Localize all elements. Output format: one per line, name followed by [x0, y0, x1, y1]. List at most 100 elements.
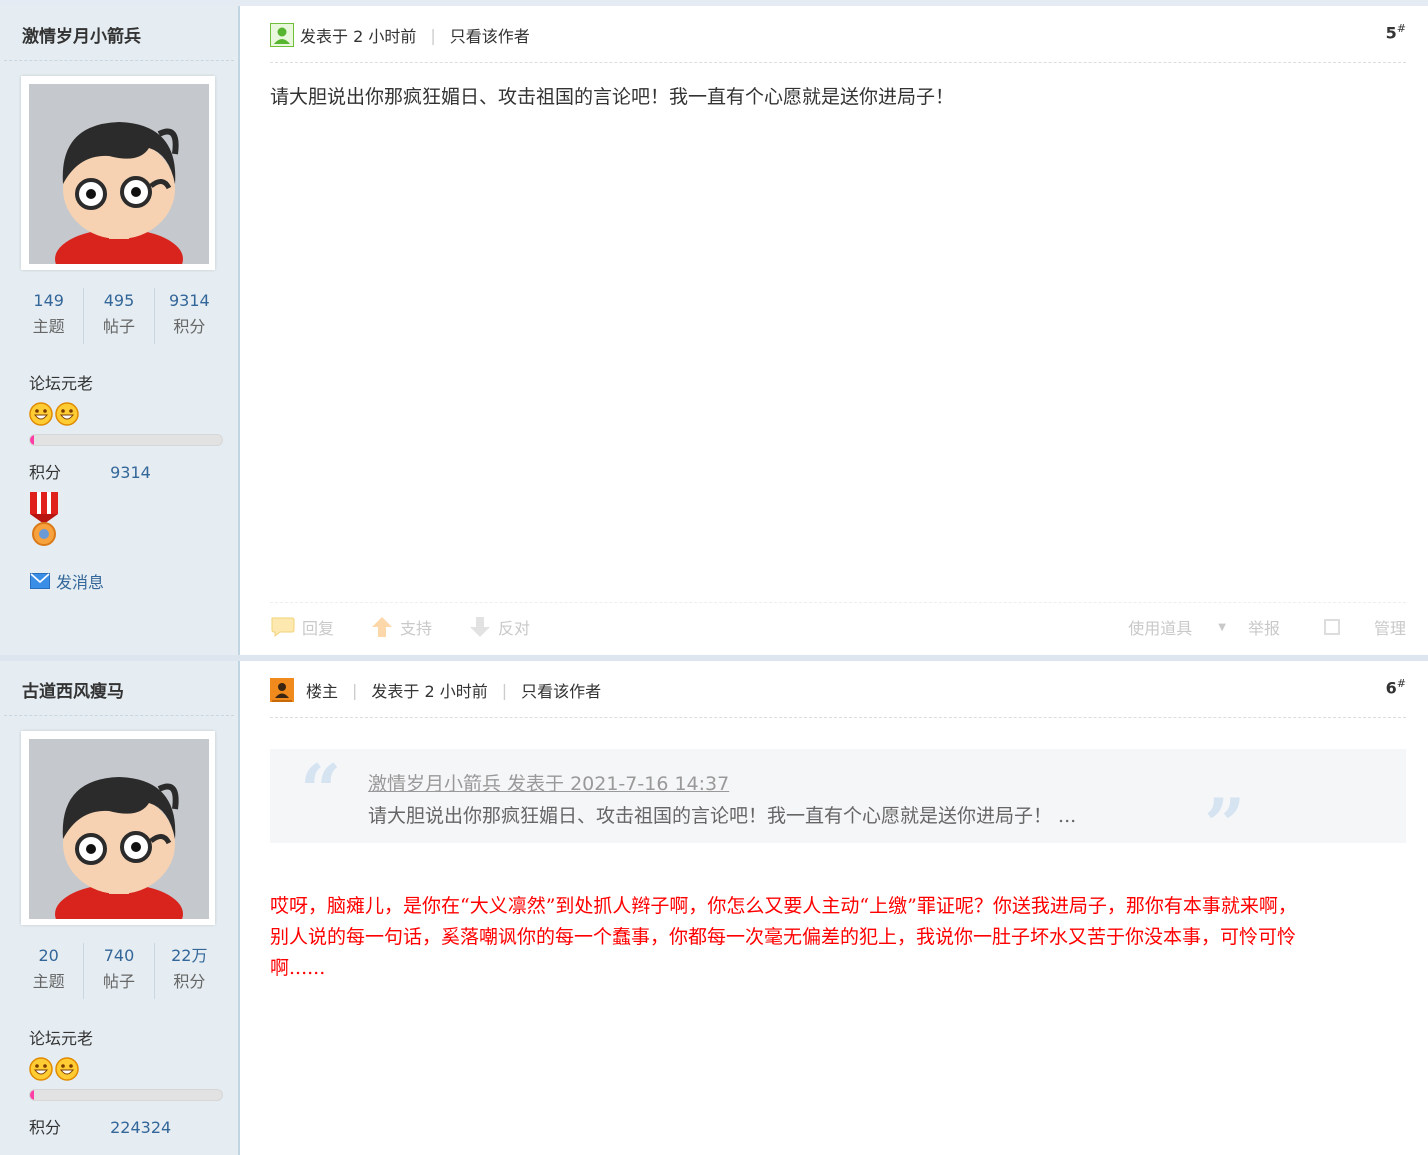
support-button[interactable]: 支持 — [370, 615, 450, 639]
stat-label: 积分 — [173, 317, 206, 336]
smiley-icon — [29, 402, 53, 426]
user-score: 积分 9314 — [29, 459, 151, 483]
post-6: 古道西风瘦马 20 主题 740 帖子 22万 积分 论坛元老 积分 22432… — [0, 655, 1428, 1155]
level-progress-bar — [29, 1089, 223, 1101]
reply-line: 哎呀，脑瘫儿，是你在“大义凛然”到处抓人辫子啊，你怎么又要人主动“上缴”罪证呢？… — [270, 895, 1297, 917]
floor-mark: # — [1396, 22, 1406, 35]
floor-number[interactable]: 5# — [1386, 22, 1406, 42]
smiley-icon — [55, 1057, 79, 1081]
post-time: 发表于 2 小时前 — [300, 27, 417, 46]
reply-content: 哎呀，脑瘫儿，是你在“大义凛然”到处抓人辫子啊，你怎么又要人主动“上缴”罪证呢？… — [270, 891, 1406, 984]
stat-value: 20 — [38, 946, 59, 965]
user-online-icon — [270, 23, 294, 47]
user-stats: 149 主题 495 帖子 9314 积分 — [14, 288, 224, 344]
reply-line: 啊...... — [270, 957, 326, 979]
manage-control[interactable]: 管理 — [1302, 615, 1406, 639]
stat-value: 149 — [33, 291, 64, 310]
floor-value: 5 — [1385, 23, 1397, 43]
author-name[interactable]: 激情岁月小箭兵 — [22, 22, 141, 47]
thumb-up-arrow-icon — [372, 617, 393, 637]
report-link[interactable]: 举报 — [1248, 615, 1280, 639]
send-message-link[interactable]: 发消息 — [30, 569, 104, 593]
quote-text: 请大胆说出你那疯狂媚日、攻击祖国的言论吧！我一直有个心愿就是送你进局子！ ... — [368, 805, 1077, 827]
stat-label: 主题 — [32, 317, 65, 336]
avatar-image — [29, 84, 209, 264]
floor-value: 6 — [1385, 678, 1397, 698]
post-header: 发表于 2 小时前 | 只看该作者 5# — [270, 22, 1406, 63]
score-label: 积分 — [29, 463, 62, 482]
use-tool-label: 使用道具 — [1128, 619, 1193, 638]
stat-label: 帖子 — [102, 317, 135, 336]
close-quote-icon: ” — [1204, 782, 1246, 867]
speech-bubble-icon — [271, 617, 295, 638]
author-sidebar: 古道西风瘦马 20 主题 740 帖子 22万 积分 论坛元老 积分 22432… — [0, 661, 240, 1155]
caret-down-icon: ▼ — [1218, 621, 1226, 633]
avatar-image — [29, 739, 209, 919]
post-main: 楼主 | 发表于 2 小时前 | 只看该作者 6# “ 激情岁月小箭兵 发表于 … — [240, 661, 1428, 1155]
level-progress-fill — [30, 435, 34, 445]
user-stats: 20 主题 740 帖子 22万 积分 — [14, 943, 224, 999]
divider — [4, 60, 234, 61]
avatar[interactable] — [21, 731, 215, 925]
stat-label: 积分 — [173, 972, 206, 991]
post-header: 楼主 | 发表于 2 小时前 | 只看该作者 6# — [270, 677, 1406, 718]
score-value: 9314 — [110, 463, 151, 482]
op-label: 楼主 — [306, 682, 339, 701]
smiley-icon — [55, 402, 79, 426]
post-time: 发表于 2 小时前 — [371, 682, 488, 701]
oppose-button[interactable]: 反对 — [468, 615, 548, 639]
stat-threads[interactable]: 20 主题 — [14, 943, 85, 999]
stat-value: 22万 — [171, 946, 208, 965]
floor-mark: # — [1396, 677, 1406, 690]
stat-points[interactable]: 22万 积分 — [155, 943, 224, 999]
send-message-label: 发消息 — [56, 573, 105, 592]
only-author-link[interactable]: 只看该作者 — [450, 23, 530, 47]
only-author-link[interactable]: 只看该作者 — [521, 678, 601, 702]
stat-value: 740 — [103, 946, 135, 965]
user-rank[interactable]: 论坛元老 — [29, 370, 93, 394]
open-quote-icon: “ — [300, 748, 342, 833]
divider — [4, 715, 234, 716]
stat-threads[interactable]: 149 主题 — [14, 288, 85, 344]
author-sidebar: 激情岁月小箭兵 149 主题 495 帖子 9314 积分 论坛元老 积分 93… — [0, 6, 240, 655]
thread-starter-icon — [270, 678, 294, 702]
stat-value: 9314 — [168, 291, 210, 310]
user-rank[interactable]: 论坛元老 — [29, 1025, 93, 1049]
quote-block: “ 激情岁月小箭兵 发表于 2021-7-16 14:37 请大胆说出你那疯狂媚… — [270, 748, 1406, 861]
rank-stars — [29, 402, 79, 426]
divider: | — [430, 25, 436, 45]
smiley-icon — [29, 1057, 53, 1081]
medal-icon — [30, 492, 58, 546]
stat-label: 主题 — [32, 972, 65, 991]
stat-posts[interactable]: 495 帖子 — [84, 288, 155, 344]
avatar[interactable] — [21, 76, 215, 270]
level-progress-bar — [29, 434, 223, 446]
support-label: 支持 — [400, 619, 433, 638]
thumb-down-arrow-icon — [470, 617, 491, 637]
medal-icon[interactable] — [28, 492, 60, 554]
post-content: 请大胆说出你那疯狂媚日、攻击祖国的言论吧！我一直有个心愿就是送你进局子！ — [270, 86, 955, 108]
user-score: 积分 224324 — [29, 1114, 171, 1138]
author-name[interactable]: 古道西风瘦马 — [22, 677, 124, 702]
stat-label: 帖子 — [102, 972, 135, 991]
manage-label: 管理 — [1373, 619, 1406, 638]
manage-checkbox[interactable] — [1323, 619, 1340, 635]
divider: | — [352, 680, 358, 700]
use-tool-menu[interactable]: 使用道具 ▼ — [1106, 615, 1226, 639]
post-main: 发表于 2 小时前 | 只看该作者 5# 请大胆说出你那疯狂媚日、攻击祖国的言论… — [240, 6, 1428, 655]
divider: | — [501, 680, 508, 700]
reply-line: 别人说的每一句话，奚落嘲讽你的每一个蠢事，你都每一次毫无偏差的犯上，我说你一肚子… — [270, 926, 1297, 948]
level-progress-fill — [30, 1090, 34, 1100]
post-footer: 回复 支持 反对 使用道具 ▼ 举报 管理 — [270, 602, 1406, 651]
reply-button[interactable]: 回复 — [270, 615, 352, 639]
stat-value: 495 — [103, 291, 135, 310]
score-value: 224324 — [110, 1118, 172, 1137]
stat-posts[interactable]: 740 帖子 — [84, 943, 155, 999]
reply-label: 回复 — [302, 619, 335, 638]
quote-source-link[interactable]: 激情岁月小箭兵 发表于 2021-7-16 14:37 — [368, 769, 729, 796]
floor-number[interactable]: 6# — [1386, 677, 1406, 697]
score-label: 积分 — [29, 1118, 62, 1137]
envelope-icon — [30, 573, 50, 589]
stat-points[interactable]: 9314 积分 — [155, 288, 224, 344]
oppose-label: 反对 — [498, 619, 531, 638]
